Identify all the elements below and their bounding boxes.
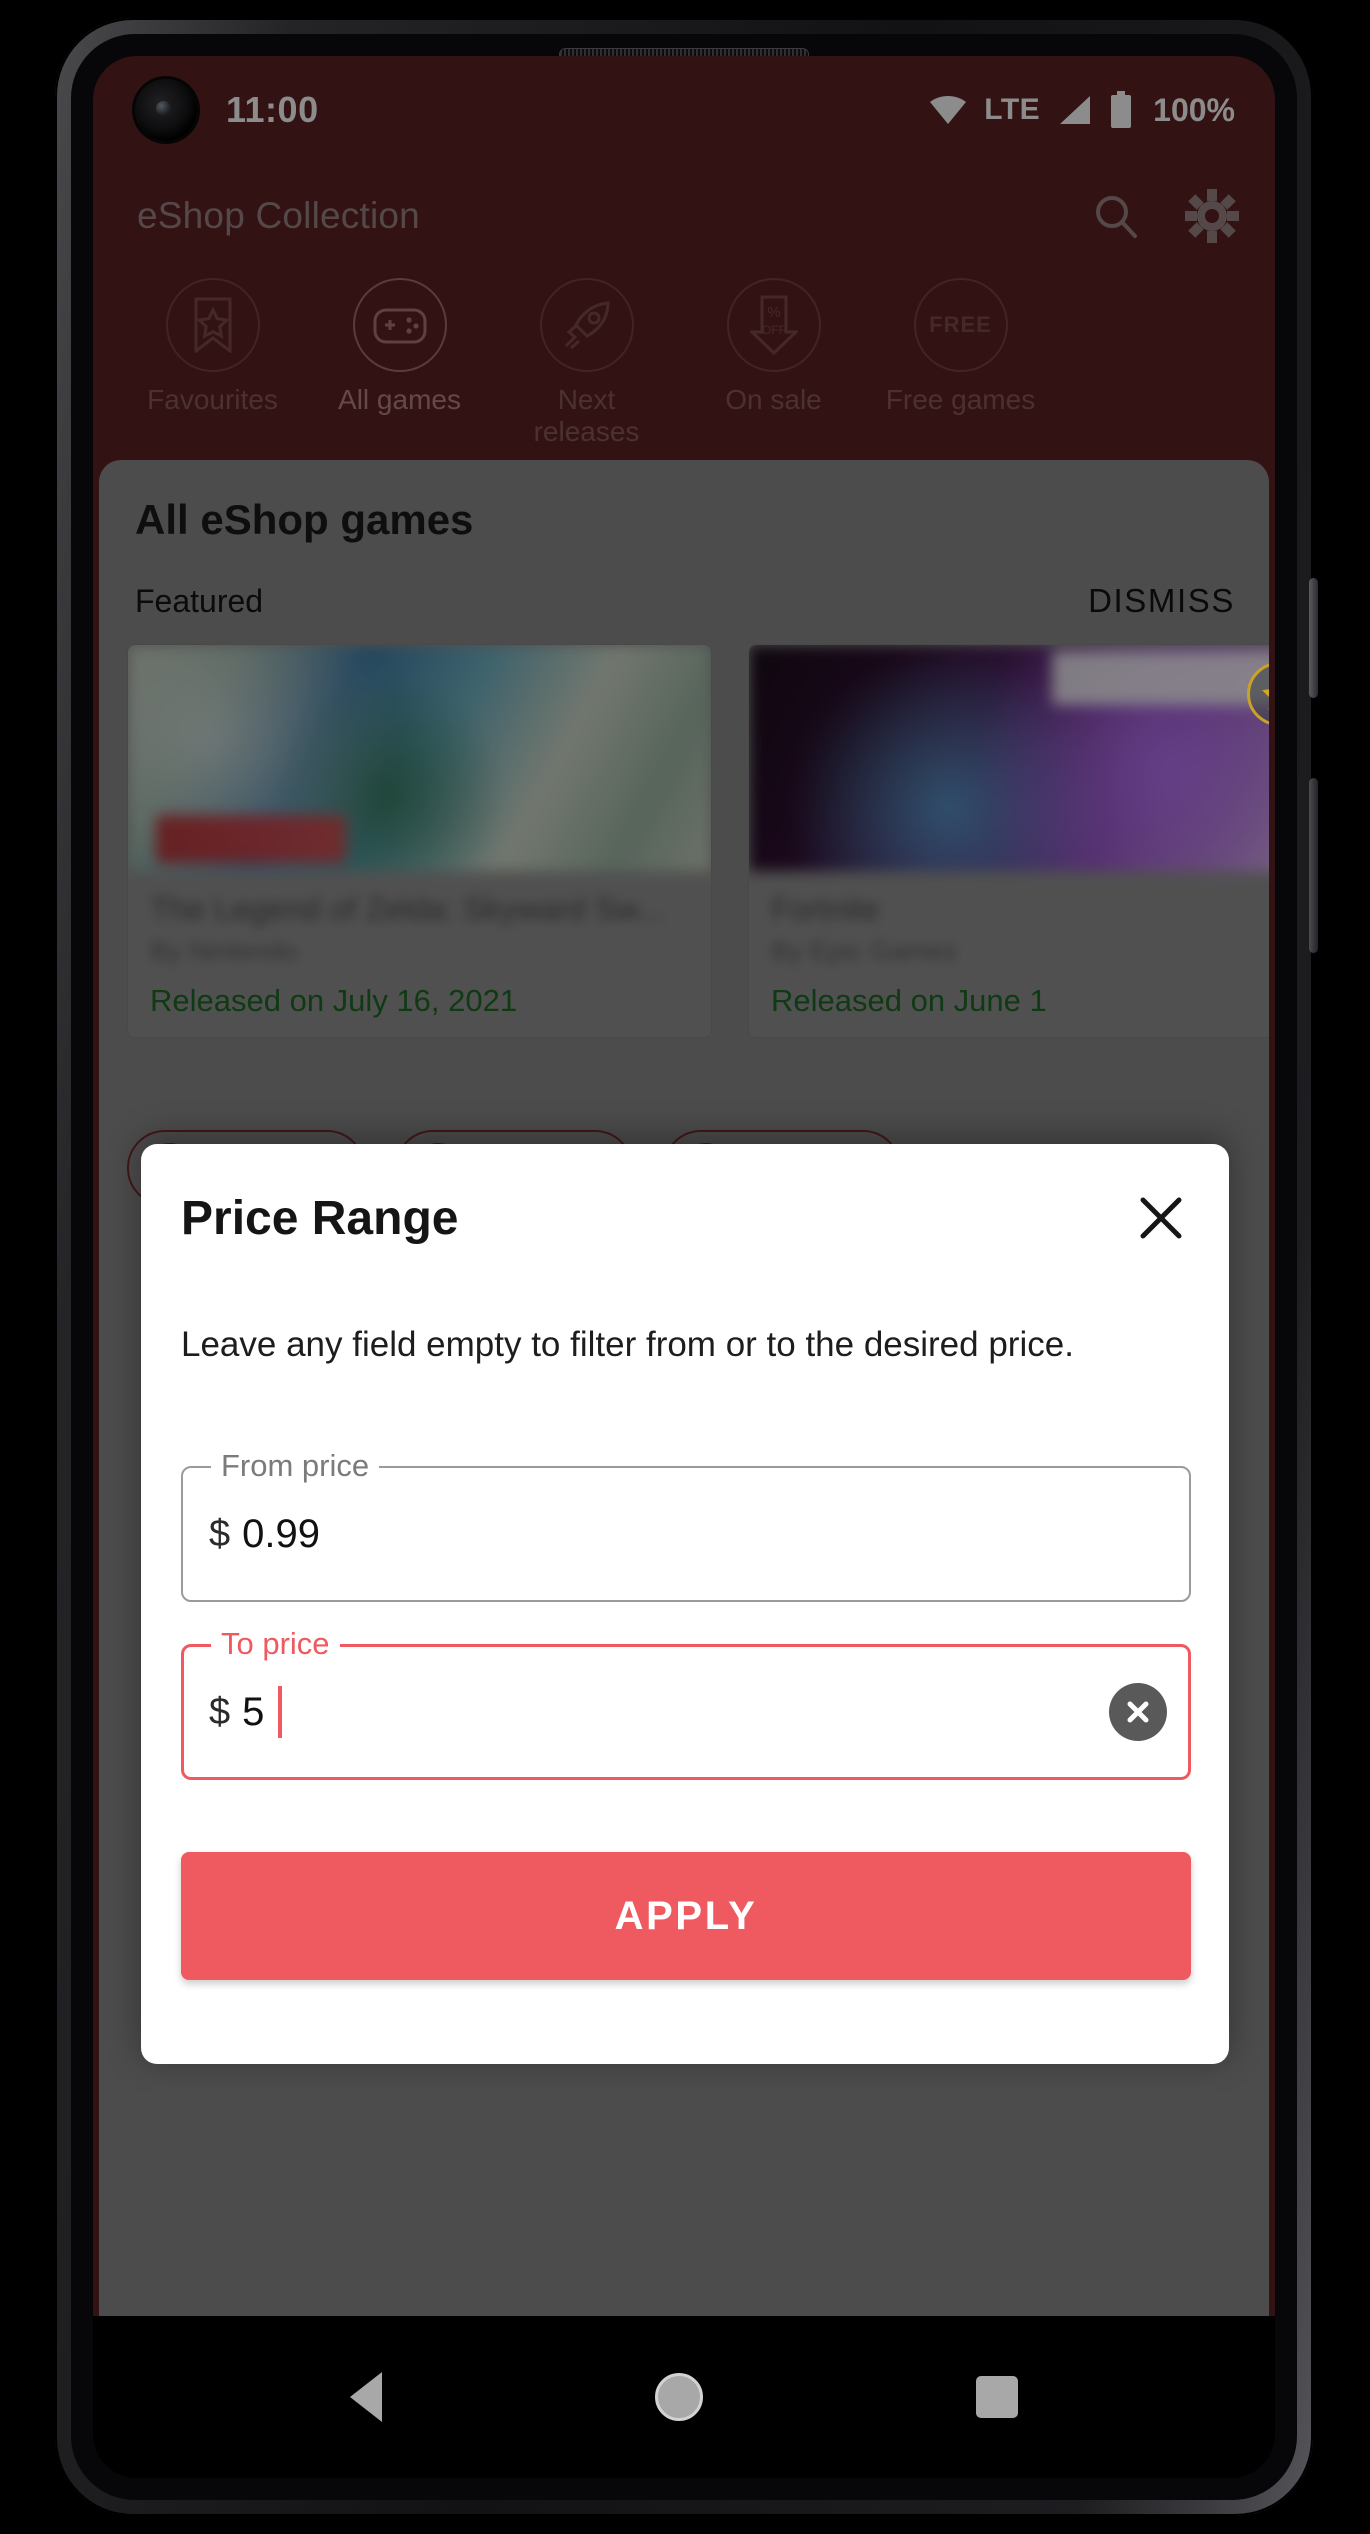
price-range-dialog: Price Range Leave any field empty to fil… <box>141 1144 1229 2064</box>
clear-circle-icon[interactable] <box>1109 1683 1167 1741</box>
field-outline <box>181 1466 1191 1602</box>
phone-screen: 11:00 LTE 100% eShop Collection Favourit… <box>93 56 1275 2478</box>
volume-button[interactable] <box>1309 778 1318 953</box>
from-price-field[interactable]: From price $ 0.99 <box>181 1448 1191 1602</box>
from-price-content: $ 0.99 <box>209 1466 320 1602</box>
from-price-value: 0.99 <box>242 1511 320 1556</box>
apply-button[interactable]: APPLY <box>181 1852 1191 1980</box>
currency-symbol: $ <box>209 1512 231 1555</box>
to-price-value: 5 <box>242 1689 265 1734</box>
phone-frame: 11:00 LTE 100% eShop Collection Favourit… <box>55 18 1318 2516</box>
to-price-content: $ 5 <box>209 1644 283 1780</box>
android-nav-bar <box>93 2316 1275 2478</box>
dialog-header: Price Range <box>181 1190 1189 1246</box>
close-icon[interactable] <box>1133 1190 1189 1246</box>
field-outline <box>181 1644 1191 1780</box>
back-triangle-icon[interactable] <box>349 2372 382 2422</box>
text-caret <box>278 1686 283 1738</box>
home-circle-icon[interactable] <box>654 2373 703 2421</box>
to-price-field[interactable]: To price $ 5 <box>181 1626 1191 1780</box>
dialog-description: Leave any field empty to filter from or … <box>181 1325 1074 1364</box>
dialog-title: Price Range <box>181 1191 459 1245</box>
currency-symbol: $ <box>209 1690 231 1733</box>
recents-square-icon[interactable] <box>976 2376 1019 2418</box>
power-button[interactable] <box>1309 578 1318 698</box>
